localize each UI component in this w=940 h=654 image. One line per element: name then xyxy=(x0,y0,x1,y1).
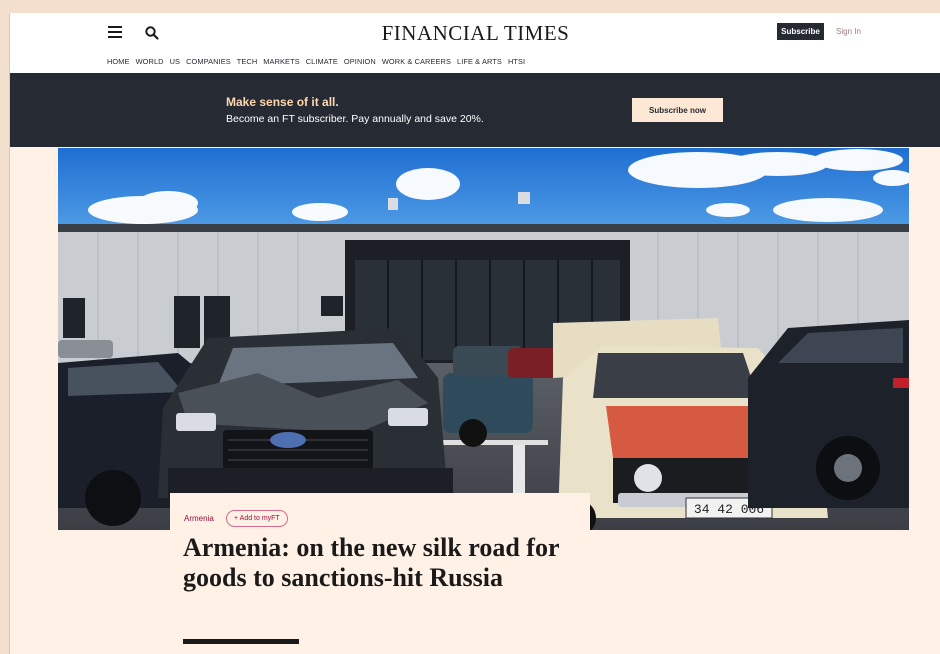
nav-work-careers[interactable]: WORK & CAREERS xyxy=(382,57,451,66)
nav-companies[interactable]: COMPANIES xyxy=(186,57,231,66)
browser-viewport: FINANCIAL TIMES Subscribe Sign In HOME W… xyxy=(9,13,940,654)
nav-htsi[interactable]: HTSI xyxy=(508,57,525,66)
nav-opinion[interactable]: OPINION xyxy=(344,57,376,66)
nav-climate[interactable]: CLIMATE xyxy=(306,57,338,66)
hero-image: 34 42 006 xyxy=(58,148,909,530)
subscribe-button[interactable]: Subscribe xyxy=(777,23,824,40)
sign-in-link[interactable]: Sign In xyxy=(836,27,861,36)
article-headline: Armenia: on the new silk road for goods … xyxy=(183,533,560,592)
nav-world[interactable]: WORLD xyxy=(136,57,164,66)
subscribe-now-button[interactable]: Subscribe now xyxy=(632,98,723,122)
topic-link[interactable]: Armenia xyxy=(184,514,214,523)
nav-life-arts[interactable]: LIFE & ARTS xyxy=(457,57,502,66)
subscription-promo-banner: Make sense of it all. Become an FT subsc… xyxy=(10,73,940,147)
add-to-myft-button[interactable]: + Add to myFT xyxy=(226,510,288,527)
article-header-card: Armenia + Add to myFT Armenia: on the ne… xyxy=(170,493,590,654)
section-nav: HOME WORLD US COMPANIES TECH MARKETS CLI… xyxy=(107,57,525,66)
nav-markets[interactable]: MARKETS xyxy=(263,57,299,66)
nav-us[interactable]: US xyxy=(170,57,180,66)
headline-divider xyxy=(183,639,299,644)
site-header: FINANCIAL TIMES Subscribe Sign In HOME W… xyxy=(10,13,940,73)
promo-subtitle: Become an FT subscriber. Pay annually an… xyxy=(226,113,484,125)
nav-tech[interactable]: TECH xyxy=(237,57,258,66)
nav-home[interactable]: HOME xyxy=(107,57,130,66)
promo-title: Make sense of it all. xyxy=(226,95,339,109)
